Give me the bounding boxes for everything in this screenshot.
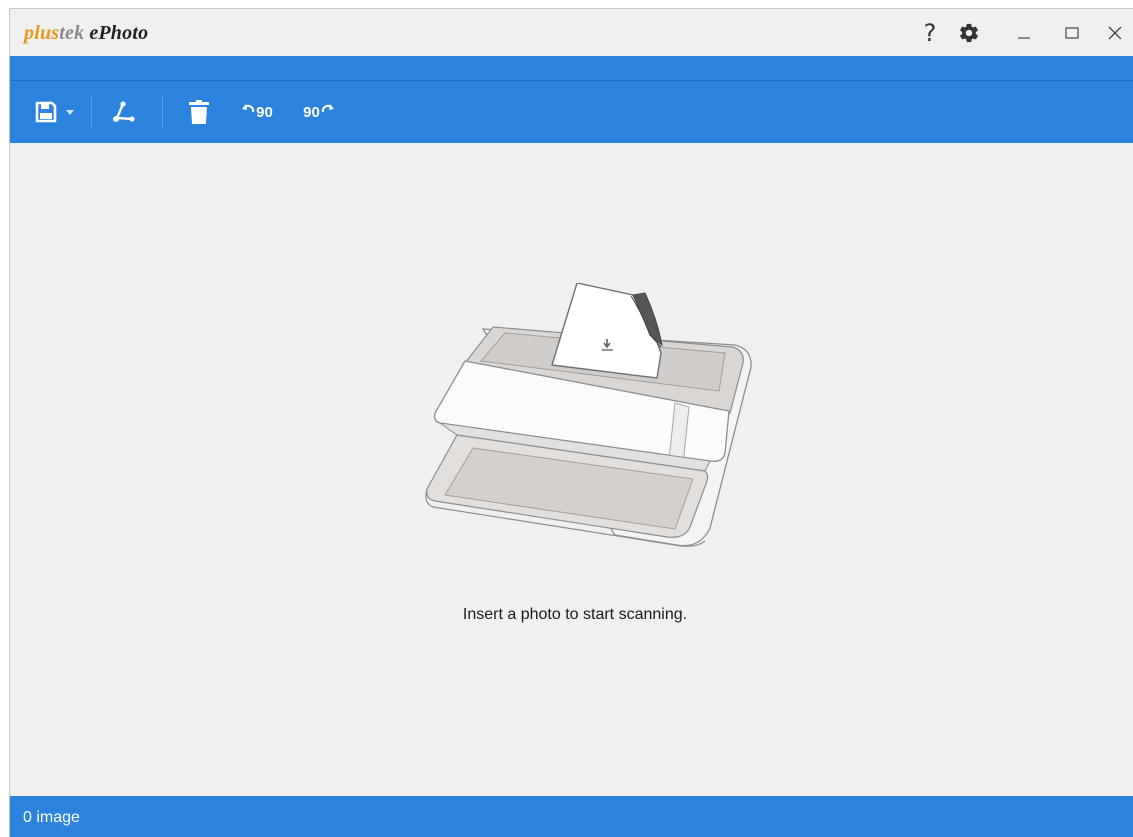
caret-down-icon: [66, 110, 74, 115]
status-bar: 0 image: [10, 796, 1133, 837]
help-icon: ?: [923, 19, 937, 47]
logo-brand-part2: tek: [59, 22, 85, 44]
gear-icon: [960, 23, 978, 43]
maximize-button[interactable]: [1057, 19, 1087, 47]
rotate-right-button[interactable]: 90: [297, 93, 341, 131]
trash-icon: [189, 100, 209, 124]
toolbar: 90 90: [10, 81, 1133, 143]
toolbar-separator: [91, 95, 92, 129]
app-name: ePhoto: [89, 22, 149, 44]
scan-instruction-text: Insert a photo to start scanning.: [462, 606, 688, 623]
logo-brand-part1: plus: [24, 22, 60, 44]
app-window: plustek ePhoto ? 90 90 Insert a photo to…: [9, 8, 1133, 837]
rotate-left-label: 90: [256, 103, 273, 121]
maximize-icon: [1065, 27, 1079, 39]
floppy-disk-icon: [35, 101, 57, 123]
delete-button[interactable]: [184, 93, 214, 131]
rotate-right-label: 90: [303, 103, 320, 121]
rotate-left-icon: [242, 104, 255, 113]
preview-area: Insert a photo to start scanning.: [10, 143, 1133, 796]
minimize-icon: [1018, 37, 1030, 39]
header-strip: [10, 56, 1133, 81]
settings-button[interactable]: [954, 19, 984, 47]
help-button[interactable]: ?: [915, 19, 945, 47]
close-button[interactable]: [1100, 19, 1130, 47]
close-icon: [1108, 26, 1122, 40]
save-dropdown-button[interactable]: [63, 93, 77, 131]
title-bar: plustek ePhoto ?: [10, 9, 1133, 56]
scanner-with-photo-illustration: [425, 283, 752, 547]
save-button[interactable]: [32, 93, 60, 131]
minimize-button[interactable]: [1009, 19, 1039, 47]
rotate-left-button[interactable]: 90: [235, 93, 279, 131]
rotate-right-icon: [321, 104, 334, 113]
app-logo: plustek ePhoto: [24, 22, 148, 45]
share-button[interactable]: [109, 93, 139, 131]
image-count-label: 0 image: [23, 809, 80, 826]
toolbar-separator: [162, 95, 163, 129]
share-nodes-icon: [113, 101, 135, 122]
